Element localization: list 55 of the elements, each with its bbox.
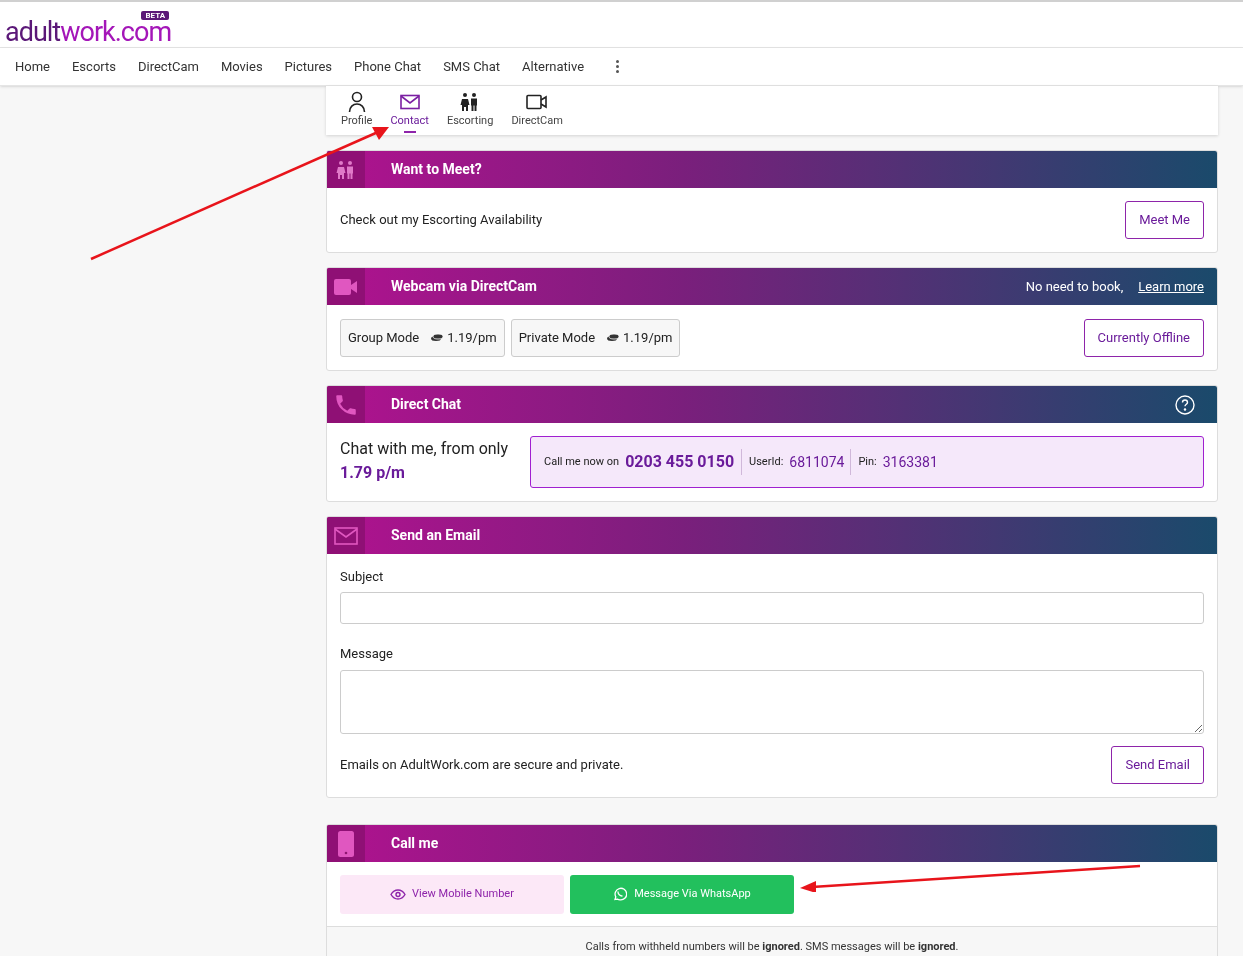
- webcam-note: No need to book,: [1025, 277, 1124, 296]
- withheld-calls-note: Calls from withheld numbers will be ignored. SMS messages will be ignored.: [585, 938, 959, 955]
- offline-status-button[interactable]: Currently Offline: [1083, 318, 1204, 357]
- mobile-phone-icon: [338, 830, 354, 857]
- mode-label: Private Mode: [518, 328, 596, 347]
- chat-rate: 1.79 p/m: [340, 462, 406, 484]
- mode-price: 1.19/pm: [447, 328, 497, 347]
- profile-tab[interactable]: Profile: [332, 90, 382, 134]
- section-text: Check out my Escorting Availability: [340, 211, 543, 230]
- send-email-button[interactable]: Send Email: [1111, 746, 1204, 784]
- nav-link[interactable]: Escorts: [72, 56, 116, 77]
- section-title: Want to Meet?: [391, 160, 483, 179]
- nav-link[interactable]: Pictures: [284, 56, 333, 77]
- beta-badge: BETA: [141, 11, 170, 20]
- couple-icon: [336, 159, 356, 180]
- view-mobile-number-button[interactable]: View Mobile Number: [340, 874, 564, 914]
- phone-number: 0203 455 0150: [625, 451, 736, 473]
- more-icon[interactable]: [616, 60, 620, 73]
- nav-link[interactable]: Alternative: [522, 56, 585, 77]
- section-title: Send an Email: [391, 526, 482, 545]
- field-label: Message: [340, 646, 394, 662]
- privacy-note: Emails on AdultWork.com are secure and private.: [340, 756, 624, 775]
- profile-tab[interactable]: Contact: [381, 90, 438, 134]
- pin-value: 3163381: [882, 452, 938, 472]
- section-title: Webcam via DirectCam: [391, 277, 538, 296]
- person-icon: [347, 90, 366, 114]
- mode-label: Group Mode: [348, 328, 420, 347]
- coins-icon: [607, 333, 620, 342]
- nav-link[interactable]: Phone Chat: [354, 56, 422, 77]
- learn-more-link[interactable]: Learn more: [1138, 276, 1204, 297]
- subject-input[interactable]: [340, 592, 1204, 624]
- nav-link[interactable]: SMS Chat: [443, 56, 501, 77]
- call-label: Call me now on: [544, 453, 620, 470]
- userid-label: UserId:: [749, 453, 784, 470]
- coins-icon: [431, 333, 444, 342]
- eye-icon: [390, 888, 407, 900]
- pin-label: Pin:: [858, 453, 877, 470]
- message-input[interactable]: [340, 670, 1204, 734]
- logo[interactable]: adultwork.com: [5, 20, 172, 44]
- nav-link[interactable]: Movies: [220, 56, 263, 77]
- chat-text: Chat with me, from only: [340, 438, 510, 460]
- help-icon[interactable]: [1175, 394, 1195, 415]
- chat-bubble-icon: [613, 887, 628, 901]
- userid-value: 6811074: [789, 452, 846, 472]
- meet-me-button[interactable]: Meet Me: [1125, 201, 1204, 239]
- profile-tab[interactable]: DirectCam: [502, 90, 572, 134]
- nav-link[interactable]: Home: [15, 56, 50, 77]
- section-title: Call me: [391, 834, 440, 853]
- mail-icon: [334, 526, 358, 545]
- profile-tab[interactable]: Escorting: [437, 90, 503, 134]
- video-camera-icon: [334, 277, 358, 296]
- mode-price: 1.19/pm: [623, 328, 673, 347]
- nav-link[interactable]: DirectCam: [138, 56, 199, 77]
- section-title: Direct Chat: [391, 395, 463, 414]
- field-label: Subject: [340, 569, 385, 585]
